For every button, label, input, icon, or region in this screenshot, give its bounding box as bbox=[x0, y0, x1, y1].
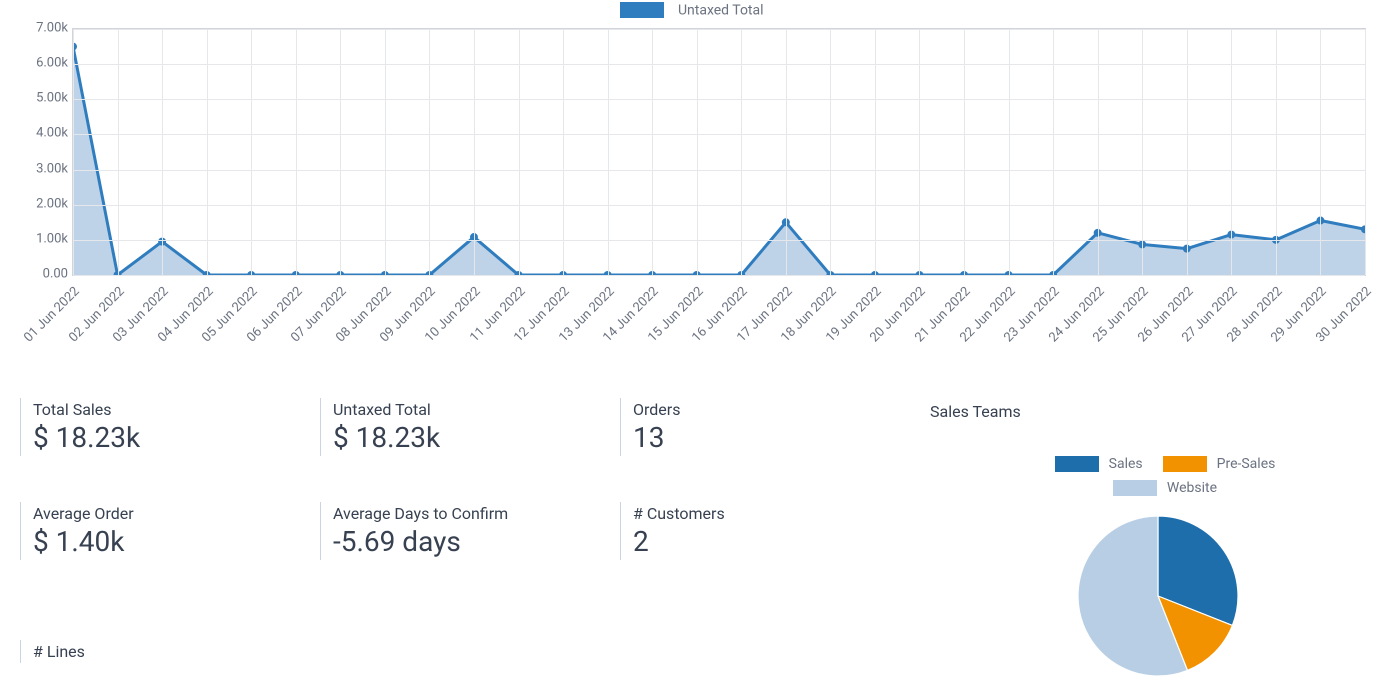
kpi-label: Untaxed Total bbox=[333, 400, 603, 419]
kpi-customers: # Customers 2 bbox=[620, 502, 903, 560]
y-tick-label: 3.00k bbox=[20, 161, 68, 176]
kpi-avg-days: Average Days to Confirm -5.69 days bbox=[320, 502, 603, 560]
kpi-label: # Lines bbox=[33, 642, 303, 661]
legend-label-untaxed: Untaxed Total bbox=[678, 2, 764, 18]
kpi-lines: # Lines bbox=[20, 640, 303, 663]
line-chart-panel: Untaxed Total 0.00 1.00k 2.00k 3.00k 4.00k 5.… bbox=[20, 0, 1364, 350]
pie-legend-item-website: Website bbox=[1113, 480, 1217, 496]
kpi-label: Average Order bbox=[33, 504, 303, 523]
pie-legend-item-presales: Pre-Sales bbox=[1163, 456, 1276, 472]
y-tick-label: 6.00k bbox=[20, 56, 68, 71]
kpi-value: $ 1.40k bbox=[33, 525, 303, 558]
kpi-value: -5.69 days bbox=[333, 525, 603, 558]
pie-legend: Sales Pre-Sales Website bbox=[1010, 452, 1320, 500]
kpi-value: $ 18.23k bbox=[333, 421, 603, 454]
pie-legend-label: Sales bbox=[1109, 456, 1143, 472]
pie-legend-label: Website bbox=[1167, 480, 1217, 496]
line-chart-svg bbox=[73, 29, 1365, 275]
pie-legend-item-sales: Sales bbox=[1055, 456, 1143, 472]
pie-swatch-website bbox=[1113, 480, 1157, 496]
legend-swatch-untaxed bbox=[620, 2, 664, 18]
kpi-value: 13 bbox=[633, 421, 903, 454]
y-tick-label: 7.00k bbox=[20, 21, 68, 36]
kpi-untaxed-total: Untaxed Total $ 18.23k bbox=[320, 398, 603, 456]
pie-chart bbox=[1078, 516, 1238, 676]
kpi-label: Orders bbox=[633, 400, 903, 419]
kpi-average-order: Average Order $ 1.40k bbox=[20, 502, 303, 560]
line-chart-plot bbox=[72, 28, 1366, 276]
pie-swatch-sales bbox=[1055, 456, 1099, 472]
y-tick-label: 0.00 bbox=[20, 267, 68, 282]
pie-legend-label: Pre-Sales bbox=[1217, 456, 1276, 472]
chart-legend-top: Untaxed Total bbox=[20, 2, 1364, 18]
sales-teams-title: Sales Teams bbox=[930, 402, 1021, 421]
kpi-orders: Orders 13 bbox=[620, 398, 903, 456]
kpi-value: 2 bbox=[633, 525, 903, 558]
kpi-value: $ 18.23k bbox=[33, 421, 303, 454]
y-tick-label: 1.00k bbox=[20, 231, 68, 246]
kpi-label: # Customers bbox=[633, 504, 903, 523]
kpi-total-sales: Total Sales $ 18.23k bbox=[20, 398, 303, 456]
kpi-label: Total Sales bbox=[33, 400, 303, 419]
pie-swatch-presales bbox=[1163, 456, 1207, 472]
kpi-label: Average Days to Confirm bbox=[333, 504, 603, 523]
y-tick-label: 2.00k bbox=[20, 196, 68, 211]
y-tick-label: 5.00k bbox=[20, 91, 68, 106]
y-tick-label: 4.00k bbox=[20, 126, 68, 141]
